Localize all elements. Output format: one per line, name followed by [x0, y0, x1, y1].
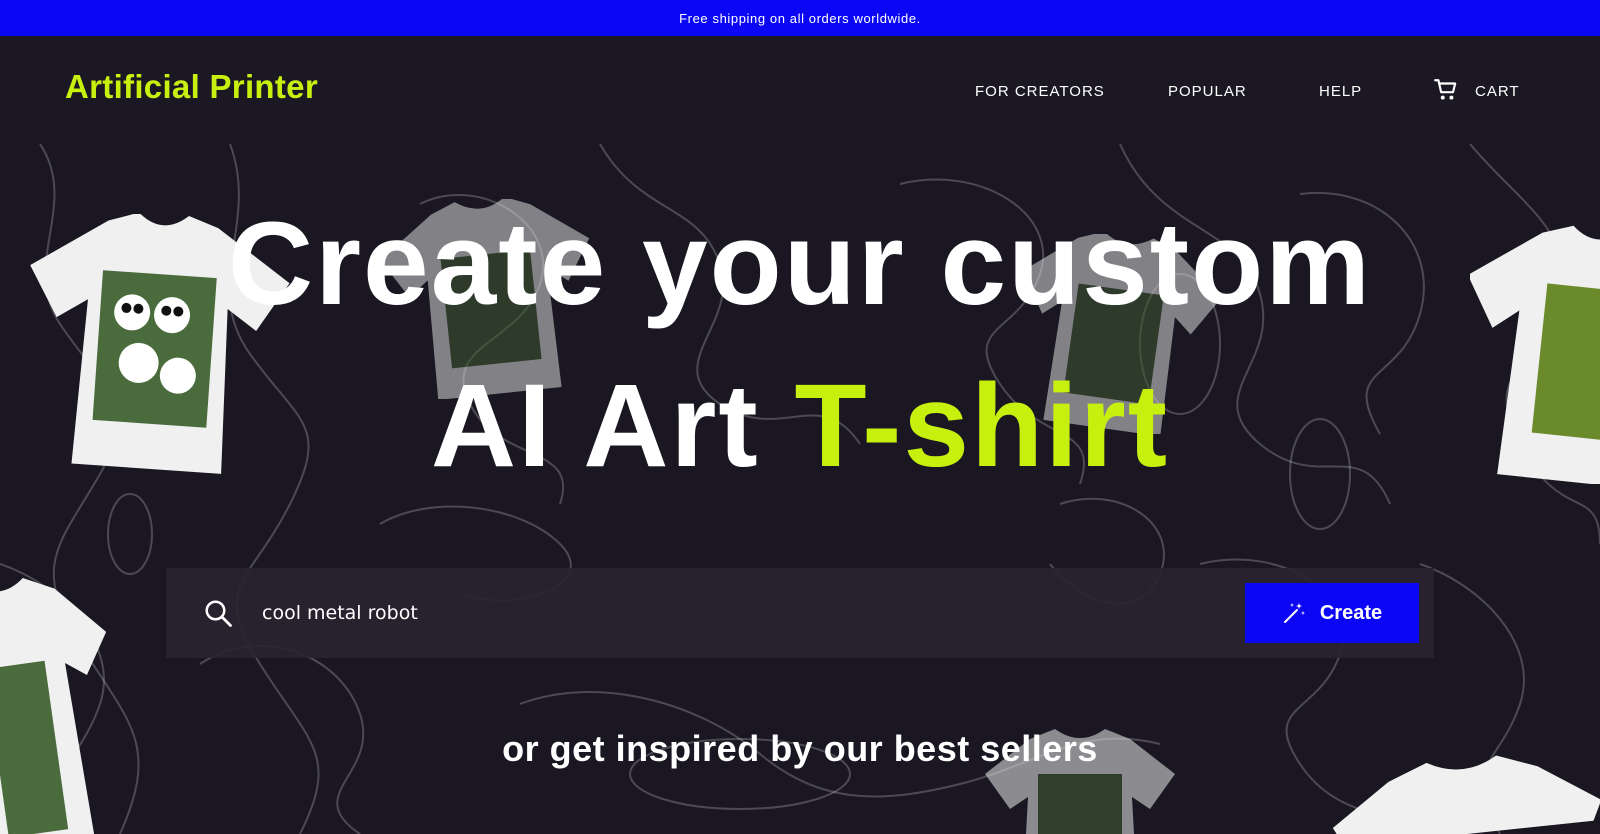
nav-popular[interactable]: POPULAR — [1168, 83, 1247, 100]
prompt-search-box: Create — [166, 568, 1434, 658]
cart-icon[interactable] — [1433, 77, 1459, 103]
best-sellers-subtitle: or get inspired by our best sellers — [502, 728, 1098, 769]
hero-headline-line2: AI Art T-shirt — [0, 358, 1600, 494]
announcement-text: Free shipping on all orders worldwide. — [679, 10, 921, 26]
tshirt-bottom-left — [0, 577, 107, 834]
magic-wand-icon — [1283, 603, 1305, 623]
hero-section: Create your custom AI Art T-shirt Create… — [0, 144, 1600, 834]
site-logo[interactable]: Artificial Printer — [65, 68, 318, 106]
nav-for-creators[interactable]: FOR CREATORS — [975, 83, 1105, 100]
create-button-label: Create — [1319, 601, 1383, 624]
site-header: Artificial Printer FOR CREATORS POPULAR … — [0, 36, 1600, 144]
create-button[interactable]: Create — [1245, 583, 1419, 643]
hero-headline-line1: Create your custom — [227, 198, 1373, 330]
headline-plain-text: AI Art — [430, 360, 760, 492]
nav-help[interactable]: HELP — [1319, 83, 1362, 100]
search-icon — [205, 600, 232, 627]
nav-cart[interactable]: CART — [1475, 83, 1520, 100]
prompt-input[interactable] — [262, 593, 1202, 633]
announcement-bar: Free shipping on all orders worldwide. — [0, 0, 1600, 36]
headline-accent-text: T-shirt — [794, 360, 1170, 492]
